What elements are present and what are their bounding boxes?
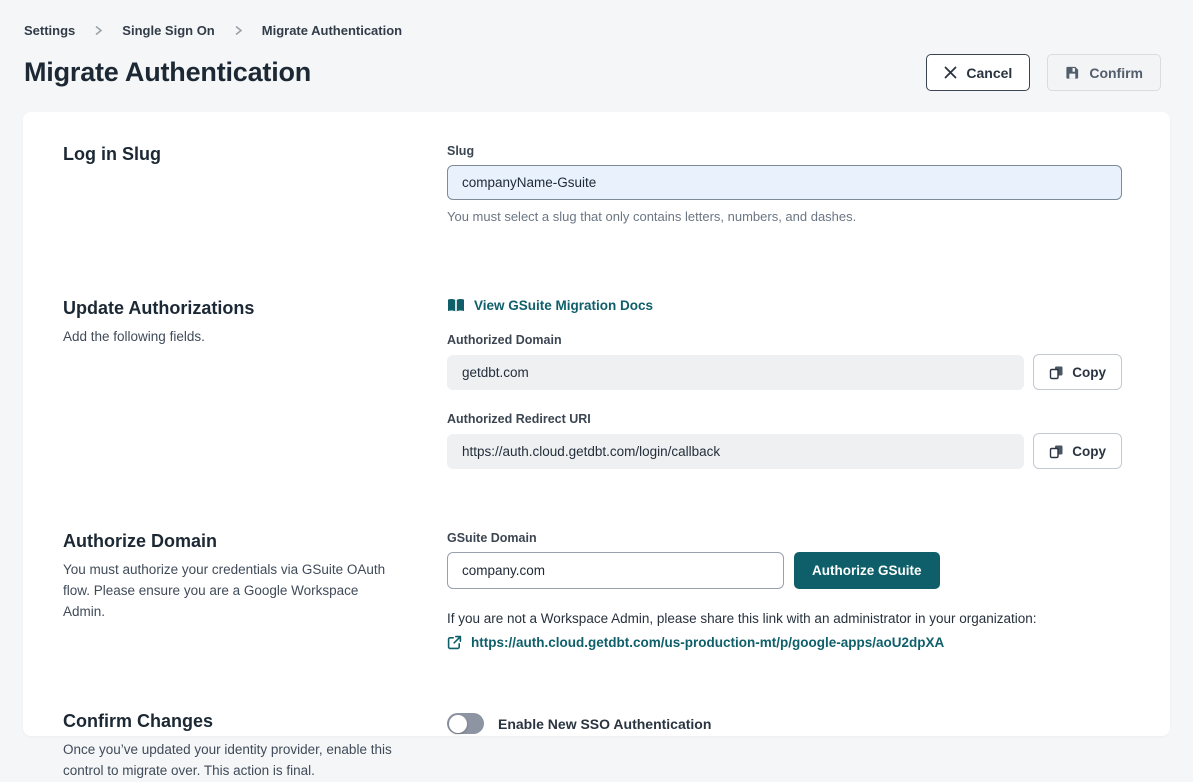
copy-icon bbox=[1049, 444, 1064, 459]
share-link-url: https://auth.cloud.getdbt.com/us-product… bbox=[471, 635, 944, 650]
settings-card: Log in Slug Slug You must select a slug … bbox=[23, 112, 1170, 736]
section-desc-authorize-domain: You must authorize your credentials via … bbox=[63, 560, 397, 623]
slug-field-label: Slug bbox=[447, 144, 1122, 158]
workspace-admin-note: If you are not a Workspace Admin, please… bbox=[447, 611, 1122, 626]
enable-sso-toggle-label: Enable New SSO Authentication bbox=[498, 716, 711, 732]
copy-icon bbox=[1049, 365, 1064, 380]
cancel-button[interactable]: Cancel bbox=[926, 54, 1030, 91]
breadcrumb-migrate-authentication[interactable]: Migrate Authentication bbox=[262, 23, 402, 38]
authorized-domain-label: Authorized Domain bbox=[447, 333, 1122, 347]
breadcrumb-single-sign-on[interactable]: Single Sign On bbox=[122, 23, 214, 38]
cancel-button-label: Cancel bbox=[966, 65, 1012, 81]
toggle-knob bbox=[449, 715, 467, 733]
copy-button-label: Copy bbox=[1072, 444, 1106, 459]
external-link-icon bbox=[447, 635, 462, 650]
copy-button-label: Copy bbox=[1072, 365, 1106, 380]
section-title-login-slug: Log in Slug bbox=[63, 144, 397, 165]
section-authorize-domain: Authorize Domain You must authorize your… bbox=[63, 531, 1122, 655]
section-login-slug: Log in Slug Slug You must select a slug … bbox=[63, 144, 1122, 224]
slug-input[interactable] bbox=[447, 165, 1122, 200]
page-title: Migrate Authentication bbox=[24, 57, 311, 88]
migrate-authentication-page: Settings Single Sign On Migrate Authenti… bbox=[0, 0, 1193, 763]
section-desc-update-authorizations: Add the following fields. bbox=[63, 327, 397, 348]
chevron-right-icon bbox=[234, 25, 243, 36]
section-title-authorize-domain: Authorize Domain bbox=[63, 531, 397, 552]
copy-authorized-domain-button[interactable]: Copy bbox=[1033, 354, 1122, 390]
section-title-confirm-changes: Confirm Changes bbox=[63, 711, 397, 732]
section-desc-confirm-changes: Once you’ve updated your identity provid… bbox=[63, 740, 397, 782]
docs-link-label: View GSuite Migration Docs bbox=[474, 298, 653, 313]
page-header: Migrate Authentication Cancel Confirm bbox=[0, 38, 1193, 91]
redirect-uri-value: https://auth.cloud.getdbt.com/login/call… bbox=[447, 434, 1024, 469]
chevron-right-icon bbox=[94, 25, 103, 36]
header-actions: Cancel Confirm bbox=[926, 54, 1161, 91]
slug-helper-text: You must select a slug that only contain… bbox=[447, 209, 1122, 224]
confirm-button[interactable]: Confirm bbox=[1047, 54, 1161, 91]
redirect-uri-label: Authorized Redirect URI bbox=[447, 412, 1122, 426]
section-title-update-authorizations: Update Authorizations bbox=[63, 298, 397, 319]
enable-sso-toggle[interactable] bbox=[447, 713, 484, 734]
section-update-authorizations: Update Authorizations Add the following … bbox=[63, 298, 1122, 469]
breadcrumb-settings[interactable]: Settings bbox=[24, 23, 75, 38]
admin-share-link[interactable]: https://auth.cloud.getdbt.com/us-product… bbox=[447, 635, 944, 650]
authorized-domain-value: getdbt.com bbox=[447, 355, 1024, 390]
copy-redirect-uri-button[interactable]: Copy bbox=[1033, 433, 1122, 469]
authorize-gsuite-button[interactable]: Authorize GSuite bbox=[794, 552, 940, 589]
close-icon bbox=[944, 66, 957, 79]
gsuite-domain-label: GSuite Domain bbox=[447, 531, 1122, 545]
breadcrumb: Settings Single Sign On Migrate Authenti… bbox=[0, 0, 1193, 38]
confirm-button-label: Confirm bbox=[1089, 65, 1143, 81]
gsuite-domain-input[interactable] bbox=[447, 552, 784, 589]
section-confirm-changes: Confirm Changes Once you’ve updated your… bbox=[63, 711, 1122, 782]
save-icon bbox=[1065, 65, 1080, 80]
gsuite-migration-docs-link[interactable]: View GSuite Migration Docs bbox=[447, 298, 653, 313]
open-book-icon bbox=[447, 298, 465, 313]
